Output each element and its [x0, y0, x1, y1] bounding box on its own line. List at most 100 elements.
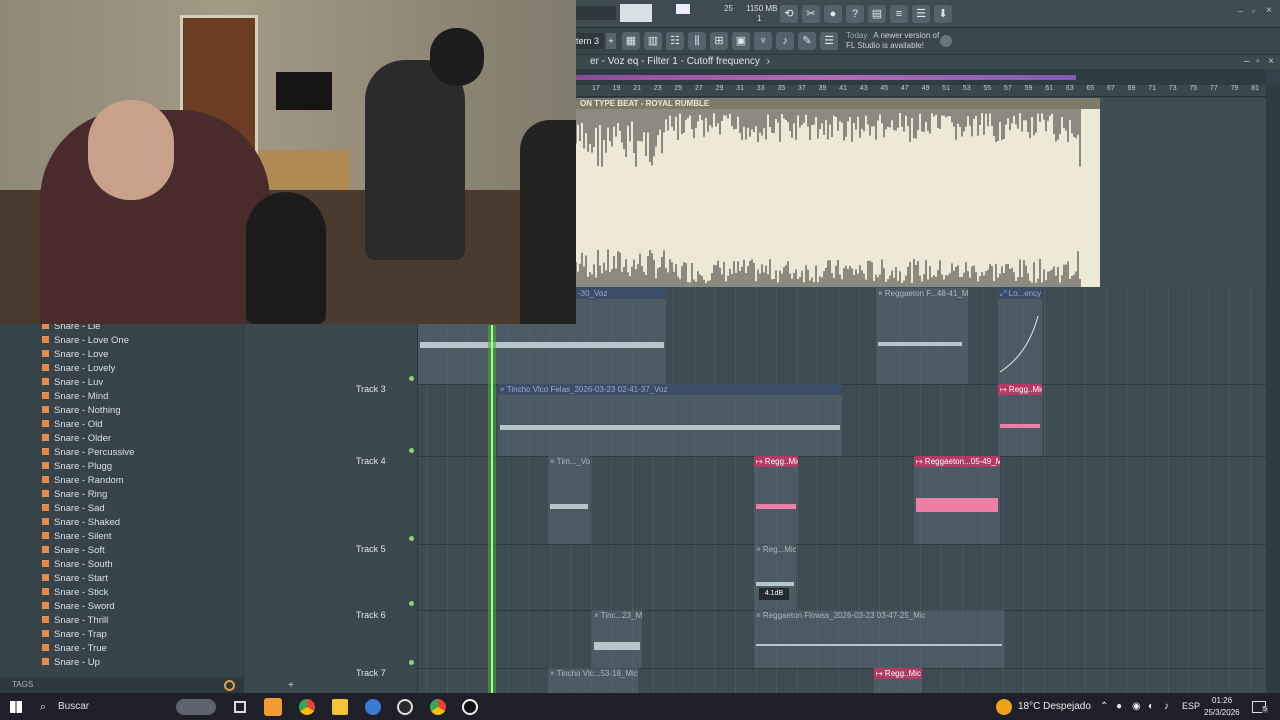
clip-tim-voz[interactable]: × Tim..._Voz — [548, 456, 590, 544]
volume-icon[interactable]: ♪ — [1164, 701, 1169, 712]
plugin-icon[interactable]: ♆ — [754, 32, 772, 50]
track-7-name[interactable]: Track 7 — [356, 668, 386, 678]
news-settings-icon[interactable] — [940, 35, 952, 47]
browser-item[interactable]: Snare - Random — [42, 474, 124, 488]
tags-label[interactable]: TAGS — [12, 680, 33, 689]
browser-item[interactable]: Snare - Love One — [42, 334, 129, 348]
playlist-grid[interactable]: -30_Voz × Reggaeton F...48-41_Mic ⤢ Lo..… — [418, 288, 1266, 693]
browser-item[interactable]: Snare - Sword — [42, 600, 115, 614]
language-indicator[interactable]: ESP — [1182, 701, 1200, 711]
tray-arrow-icon[interactable]: ⌃ — [1100, 701, 1108, 712]
browser-item[interactable]: Snare - Thrill — [42, 614, 108, 628]
record-mic-icon[interactable]: ● — [824, 5, 842, 23]
notes-icon[interactable]: ☰ — [820, 32, 838, 50]
clock-time[interactable]: 01:26 — [1212, 696, 1232, 705]
download-icon[interactable]: ⬇ — [934, 5, 952, 23]
undo-icon[interactable]: ⟲ — [780, 5, 798, 23]
track-5-name[interactable]: Track 5 — [356, 544, 386, 554]
browser-item[interactable]: Snare - Shaked — [42, 516, 120, 530]
project-icon[interactable]: ▣ — [732, 32, 750, 50]
timeline-ruler[interactable]: 17 19 21 23 25 27 29 31 33 35 37 39 41 43 45 47 49 51 53 55… — [576, 85, 1266, 97]
obs-tray-icon[interactable]: ◉ — [1132, 701, 1141, 712]
maximize-icon[interactable]: ▫ — [1252, 6, 1255, 16]
browser-item[interactable]: Snare - Lovely — [42, 362, 115, 376]
browser-item[interactable]: Snare - Older — [42, 432, 111, 446]
audio-clip-header[interactable]: ON TYPE BEAT - ROYAL RUMBLE — [576, 98, 1100, 109]
browser-item[interactable]: Snare - Silent — [42, 530, 112, 544]
cut-icon[interactable]: ✂ — [802, 5, 820, 23]
browser-item[interactable]: Snare - South — [42, 558, 113, 572]
clip-tinc-mic[interactable]: × Tinc...23_Mic — [592, 610, 642, 668]
automation-overview-strip[interactable] — [576, 69, 1266, 85]
track-5-active-led[interactable] — [409, 601, 414, 606]
edison-icon[interactable]: ✎ — [798, 32, 816, 50]
fl-studio-taskbar-icon[interactable] — [264, 698, 282, 716]
add-track-icon[interactable]: + — [288, 680, 294, 691]
browser-item[interactable]: Snare - Luv — [42, 376, 103, 390]
clip-reg-r5[interactable]: × Reg...Mic 4.1dB — [754, 544, 796, 610]
clip-regg-r3[interactable]: ↦ Regg..Mic — [998, 384, 1042, 456]
browser-item[interactable]: Snare - Love — [42, 348, 108, 362]
windows-start-icon[interactable] — [10, 701, 22, 713]
clip-tincho-r7[interactable]: × Tincho Vlc...53-18_Mic — [548, 668, 638, 693]
obs-icon[interactable] — [397, 699, 413, 715]
playlist-icon[interactable]: ▦ — [622, 32, 640, 50]
mixer-view-icon[interactable]: ⫼ — [688, 32, 706, 50]
task-view-icon[interactable] — [234, 701, 246, 713]
track-6-name[interactable]: Track 6 — [356, 610, 386, 620]
clip-regg-r7[interactable]: ↦ Regg..Mic — [874, 668, 922, 693]
browser-item[interactable]: Snare - True — [42, 642, 107, 656]
playlist-close-icon[interactable]: × — [1268, 55, 1274, 69]
playlist-minimize-icon[interactable]: – — [1244, 55, 1250, 69]
mixer-icon[interactable]: ≡ — [890, 5, 908, 23]
clock-date[interactable]: 25/3/2026 — [1204, 708, 1240, 717]
browser-item[interactable]: Snare - Stick — [42, 586, 108, 600]
clip-regg-r4[interactable]: ↦ Regg..Mic — [754, 456, 798, 544]
track-3-name[interactable]: Track 3 — [356, 384, 386, 394]
browser-item[interactable]: Snare - Old — [42, 418, 103, 432]
browser-view-icon[interactable]: ⊞ — [710, 32, 728, 50]
chrome-profile-icon[interactable] — [430, 699, 446, 715]
browser-item[interactable]: Snare - Mind — [42, 390, 108, 404]
app-icon[interactable] — [365, 699, 381, 715]
audio-clip-waveform[interactable] — [576, 109, 1100, 287]
piano-roll-icon[interactable]: ▥ — [644, 32, 662, 50]
browser-item[interactable]: Snare - Start — [42, 572, 108, 586]
file-explorer-icon[interactable] — [332, 699, 348, 715]
track-6-active-led[interactable] — [409, 660, 414, 665]
vertical-scrollbar[interactable] — [1266, 85, 1280, 693]
clip-reggaeton-r2[interactable]: × Reggaeton F...48-41_Mic — [876, 288, 968, 384]
clip-tincho-voz[interactable]: × Tincho Vlco Felas_2026-03-23 02-41-37_… — [498, 384, 842, 456]
browser-item[interactable]: Snare - Soft — [42, 544, 105, 558]
clip-reggaeton-r4[interactable]: ↦ Reggaeton...05-49_Mic — [914, 456, 1000, 544]
playhead-marker[interactable] — [491, 325, 493, 693]
clip-reggaeton-flowss[interactable]: × Reggaeton Flowss_2026-03-23 03-47-25_M… — [754, 610, 1004, 668]
browser-search-icon[interactable] — [224, 680, 235, 691]
browser-item[interactable]: Snare - Percussive — [42, 446, 134, 460]
weather-text[interactable]: 18°C Despejado — [1018, 701, 1091, 712]
track-3-active-led[interactable] — [409, 448, 414, 453]
clip-automation-r2[interactable]: ⤢ Lo...ency — [998, 288, 1042, 384]
mic-tray-icon[interactable]: ● — [1116, 701, 1122, 712]
save-icon[interactable]: ▤ — [868, 5, 886, 23]
pattern-selector[interactable]: tern 3 — [576, 33, 604, 49]
close-icon[interactable]: × — [1266, 5, 1272, 16]
track-4-active-led[interactable] — [409, 536, 414, 541]
minimize-icon[interactable]: – — [1238, 6, 1243, 16]
channel-rack-icon[interactable]: ☷ — [666, 32, 684, 50]
track-4-name[interactable]: Track 4 — [356, 456, 386, 466]
media-player-icon[interactable] — [462, 699, 478, 715]
add-pattern-icon[interactable]: + — [606, 33, 616, 49]
browser-item[interactable]: Snare - Ring — [42, 488, 107, 502]
playlist-maximize-icon[interactable]: ▫ — [1256, 55, 1260, 69]
chat-icon[interactable]: ☰ — [912, 5, 930, 23]
track-2-active-led[interactable] — [409, 376, 414, 381]
chrome-icon[interactable] — [299, 699, 315, 715]
browser-item[interactable]: Snare - Sad — [42, 502, 105, 516]
pick-icon[interactable]: ♪ — [776, 32, 794, 50]
network-icon[interactable]: ◐ — [1148, 701, 1154, 712]
help-icon[interactable]: ? — [846, 5, 864, 23]
browser-item[interactable]: Snare - Up — [42, 656, 100, 670]
browser-item[interactable]: Snare - Lie — [42, 324, 100, 334]
news-panel[interactable]: Today A newer version of FL Studio is ava… — [846, 31, 939, 51]
